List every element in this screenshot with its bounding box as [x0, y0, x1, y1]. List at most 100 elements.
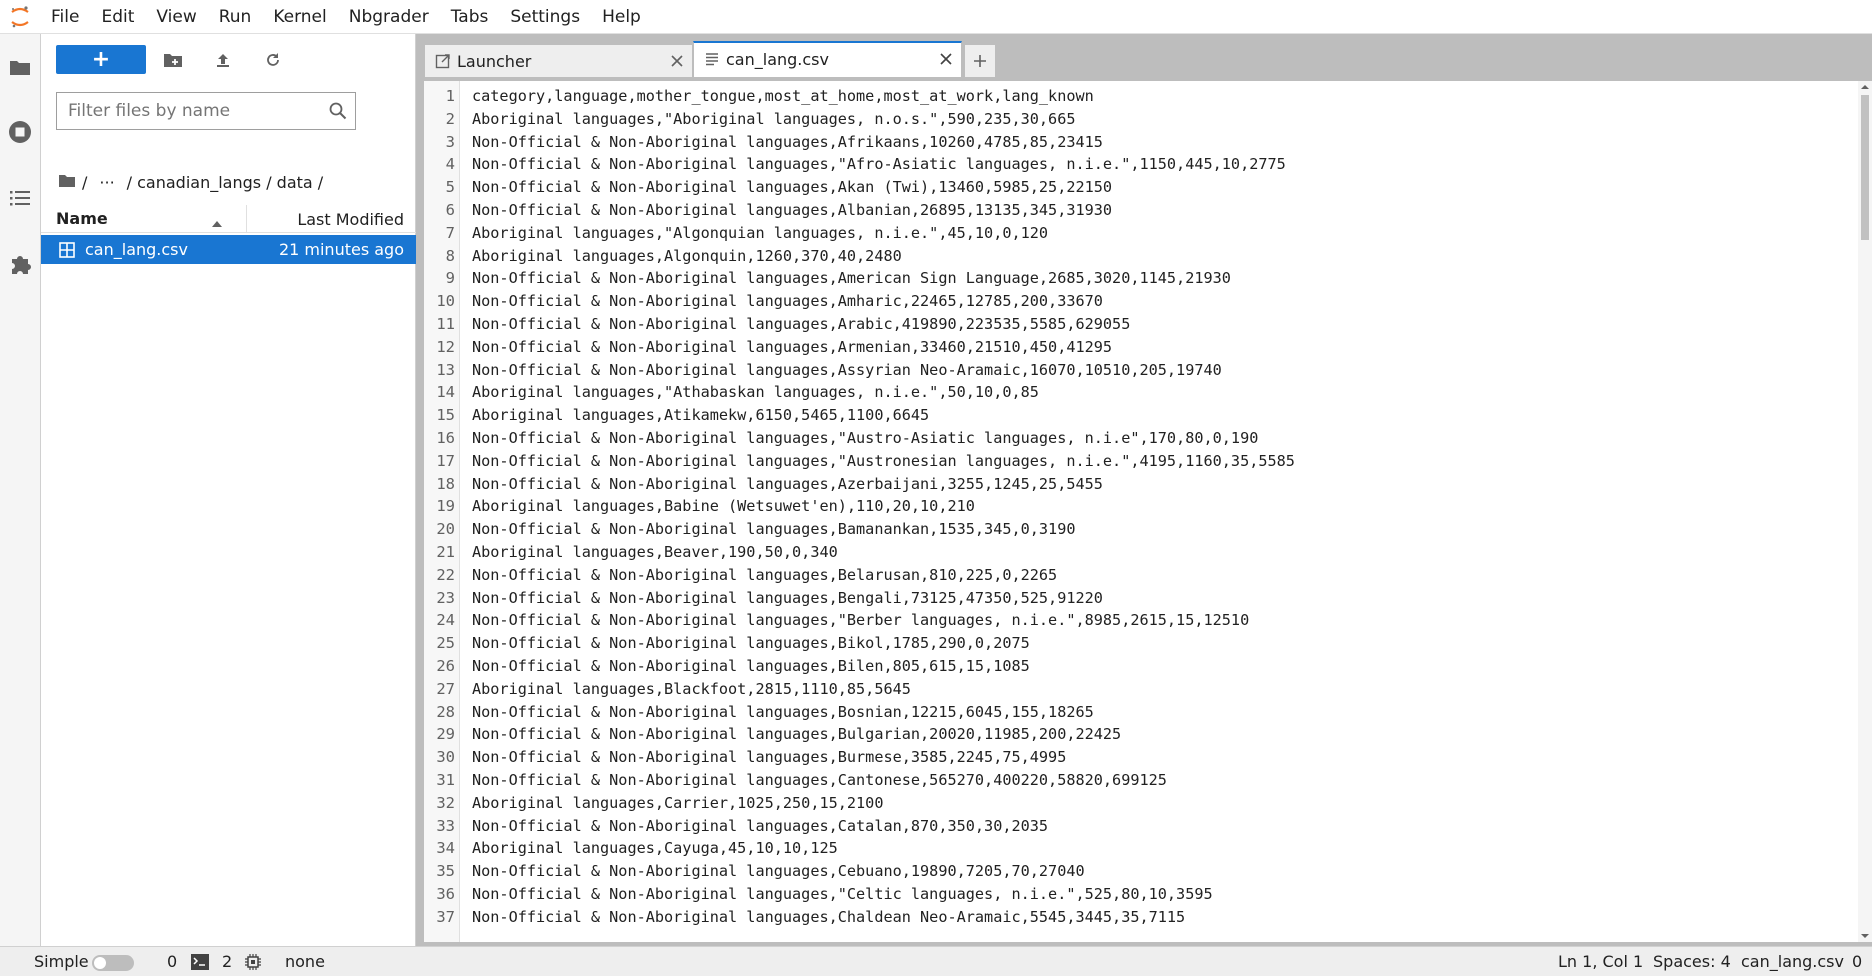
tab-can-lang-csv[interactable]: can_lang.csv	[693, 41, 962, 77]
code-line[interactable]: Non-Official & Non-Aboriginal languages,…	[472, 338, 1112, 356]
code-line[interactable]: Non-Official & Non-Aboriginal languages,…	[472, 611, 1249, 629]
code-line[interactable]: Aboriginal languages,"Aboriginal languag…	[472, 110, 1075, 128]
line-number: 36	[436, 885, 455, 903]
code-line[interactable]: Aboriginal languages,Atikamekw,6150,5465…	[472, 406, 929, 424]
line-number: 34	[436, 839, 455, 858]
column-name-header[interactable]: Name	[56, 209, 108, 228]
menu-nbgrader[interactable]: Nbgrader	[338, 0, 440, 34]
new-launcher-button[interactable]: +	[56, 45, 146, 74]
line-number: 11	[436, 315, 455, 333]
tab-bar: Launcher can_lang.csv	[424, 39, 996, 77]
code-line[interactable]: Non-Official & Non-Aboriginal languages,…	[472, 589, 1103, 607]
kernel-status[interactable]: none	[285, 952, 325, 971]
code-line[interactable]: Aboriginal languages,"Algonquian languag…	[472, 224, 1048, 242]
menu-run[interactable]: Run	[208, 0, 263, 34]
code-line[interactable]: Non-Official & Non-Aboriginal languages,…	[472, 361, 1222, 379]
kernel-settings-icon[interactable]	[245, 954, 261, 974]
line-number: 29	[436, 725, 455, 744]
line-number: 28	[436, 702, 455, 721]
code-line[interactable]: Non-Official & Non-Aboriginal languages,…	[472, 748, 1066, 766]
code-line[interactable]: Non-Official & Non-Aboriginal languages,…	[472, 269, 1231, 287]
add-tab-button[interactable]	[964, 44, 996, 77]
code-line[interactable]: Non-Official & Non-Aboriginal languages,…	[472, 703, 1094, 721]
cursor-position[interactable]: Ln 1, Col 1	[1558, 952, 1643, 971]
breadcrumb: / ··· / canadian_langs / data /	[58, 170, 329, 194]
breadcrumb-root[interactable]: /	[82, 173, 87, 192]
terminal-count[interactable]: 2	[222, 952, 232, 971]
line-number: 31	[436, 771, 455, 789]
code-line[interactable]: Aboriginal languages,Cayuga,45,10,10,125	[472, 839, 838, 857]
code-line[interactable]: Non-Official & Non-Aboriginal languages,…	[472, 292, 1103, 310]
filter-files-input[interactable]	[57, 93, 317, 129]
menu-help[interactable]: Help	[591, 0, 652, 34]
code-line[interactable]: category,language,mother_tongue,most_at_…	[472, 87, 1094, 105]
simple-mode-toggle[interactable]	[92, 955, 134, 971]
notification-count[interactable]: 0	[1852, 952, 1862, 971]
code-line[interactable]: Non-Official & Non-Aboriginal languages,…	[472, 201, 1112, 219]
code-line[interactable]: Non-Official & Non-Aboriginal languages,…	[472, 862, 1085, 880]
code-line[interactable]: Aboriginal languages,Beaver,190,50,0,340	[472, 543, 838, 561]
code-line[interactable]: Non-Official & Non-Aboriginal languages,…	[472, 178, 1112, 196]
menu-view[interactable]: View	[145, 0, 207, 34]
code-line[interactable]: Non-Official & Non-Aboriginal languages,…	[472, 475, 1103, 493]
menu-tabs[interactable]: Tabs	[440, 0, 500, 34]
home-folder-icon[interactable]	[58, 173, 76, 192]
scroll-up-icon	[1861, 85, 1869, 89]
code-line[interactable]: Non-Official & Non-Aboriginal languages,…	[472, 133, 1103, 151]
code-line[interactable]: Non-Official & Non-Aboriginal languages,…	[472, 315, 1130, 333]
kernel-count[interactable]: 0	[167, 952, 177, 971]
line-number: 10	[436, 292, 455, 311]
code-line[interactable]: Aboriginal languages,Babine (Wetsuwet'en…	[472, 497, 975, 515]
menu-file[interactable]: File	[40, 0, 90, 34]
tab-launcher[interactable]: Launcher	[424, 44, 693, 77]
file-type-label[interactable]: can_lang.csv	[1741, 952, 1844, 971]
column-last-modified-header[interactable]: Last Modified	[297, 210, 404, 229]
code-line[interactable]: Non-Official & Non-Aboriginal languages,…	[472, 429, 1258, 447]
line-number: 1	[445, 87, 455, 105]
indentation-setting[interactable]: Spaces: 4	[1653, 952, 1731, 971]
close-icon[interactable]	[939, 51, 953, 70]
scrollbar-thumb[interactable]	[1861, 95, 1869, 240]
code-line[interactable]: Non-Official & Non-Aboriginal languages,…	[472, 634, 1030, 652]
code-line[interactable]: Non-Official & Non-Aboriginal languages,…	[472, 566, 1057, 584]
code-line[interactable]: Non-Official & Non-Aboriginal languages,…	[472, 817, 1048, 835]
upload-button[interactable]	[210, 47, 236, 73]
launcher-icon	[435, 53, 451, 73]
extension-manager-icon[interactable]	[8, 252, 32, 276]
new-folder-button[interactable]	[160, 47, 186, 73]
menu-kernel[interactable]: Kernel	[262, 0, 337, 34]
sort-ascending-icon[interactable]	[211, 213, 223, 232]
breadcrumb-path[interactable]: / canadian_langs / data /	[127, 173, 324, 192]
column-divider[interactable]	[246, 205, 247, 232]
line-number: 21	[436, 543, 455, 561]
folder-icon[interactable]	[8, 55, 32, 79]
code-line[interactable]: Aboriginal languages,Algonquin,1260,370,…	[472, 247, 902, 265]
code-line[interactable]: Aboriginal languages,"Athabaskan languag…	[472, 383, 1039, 401]
running-sessions-icon[interactable]	[8, 120, 32, 144]
vertical-scrollbar[interactable]	[1858, 81, 1872, 942]
file-text-icon	[704, 51, 720, 71]
code-line[interactable]: Aboriginal languages,Carrier,1025,250,15…	[472, 794, 883, 812]
code-line[interactable]: Non-Official & Non-Aboriginal languages,…	[472, 520, 1075, 538]
text-editor[interactable]: 1 2 3 4 5 6 7 8 9 10 11 12 13 14 15 16 17 18 19 20 21 22 23 24 2…	[424, 81, 1872, 942]
plus-icon: +	[91, 46, 111, 72]
code-line[interactable]: Non-Official & Non-Aboriginal languages,…	[472, 771, 1167, 789]
filter-box	[56, 92, 356, 130]
code-line[interactable]: Non-Official & Non-Aboriginal languages,…	[472, 155, 1286, 173]
close-icon[interactable]	[670, 53, 684, 72]
code-line[interactable]: Non-Official & Non-Aboriginal languages,…	[472, 885, 1213, 903]
code-line[interactable]: Non-Official & Non-Aboriginal languages,…	[472, 725, 1121, 743]
file-list-item[interactable]: can_lang.csv 21 minutes ago	[41, 235, 416, 264]
refresh-button[interactable]	[260, 47, 286, 73]
scroll-down-icon	[1861, 934, 1869, 938]
code-line[interactable]: Non-Official & Non-Aboriginal languages,…	[472, 657, 1030, 675]
breadcrumb-ellipsis[interactable]: ···	[99, 173, 114, 192]
menu-settings[interactable]: Settings	[499, 0, 591, 34]
code-line[interactable]: Non-Official & Non-Aboriginal languages,…	[472, 908, 1185, 926]
code-line[interactable]: Aboriginal languages,Blackfoot,2815,1110…	[472, 680, 911, 698]
line-number: 35	[436, 862, 455, 881]
line-number: 18	[436, 474, 455, 493]
code-line[interactable]: Non-Official & Non-Aboriginal languages,…	[472, 452, 1295, 470]
menu-edit[interactable]: Edit	[90, 0, 145, 34]
table-of-contents-icon[interactable]	[8, 186, 32, 210]
